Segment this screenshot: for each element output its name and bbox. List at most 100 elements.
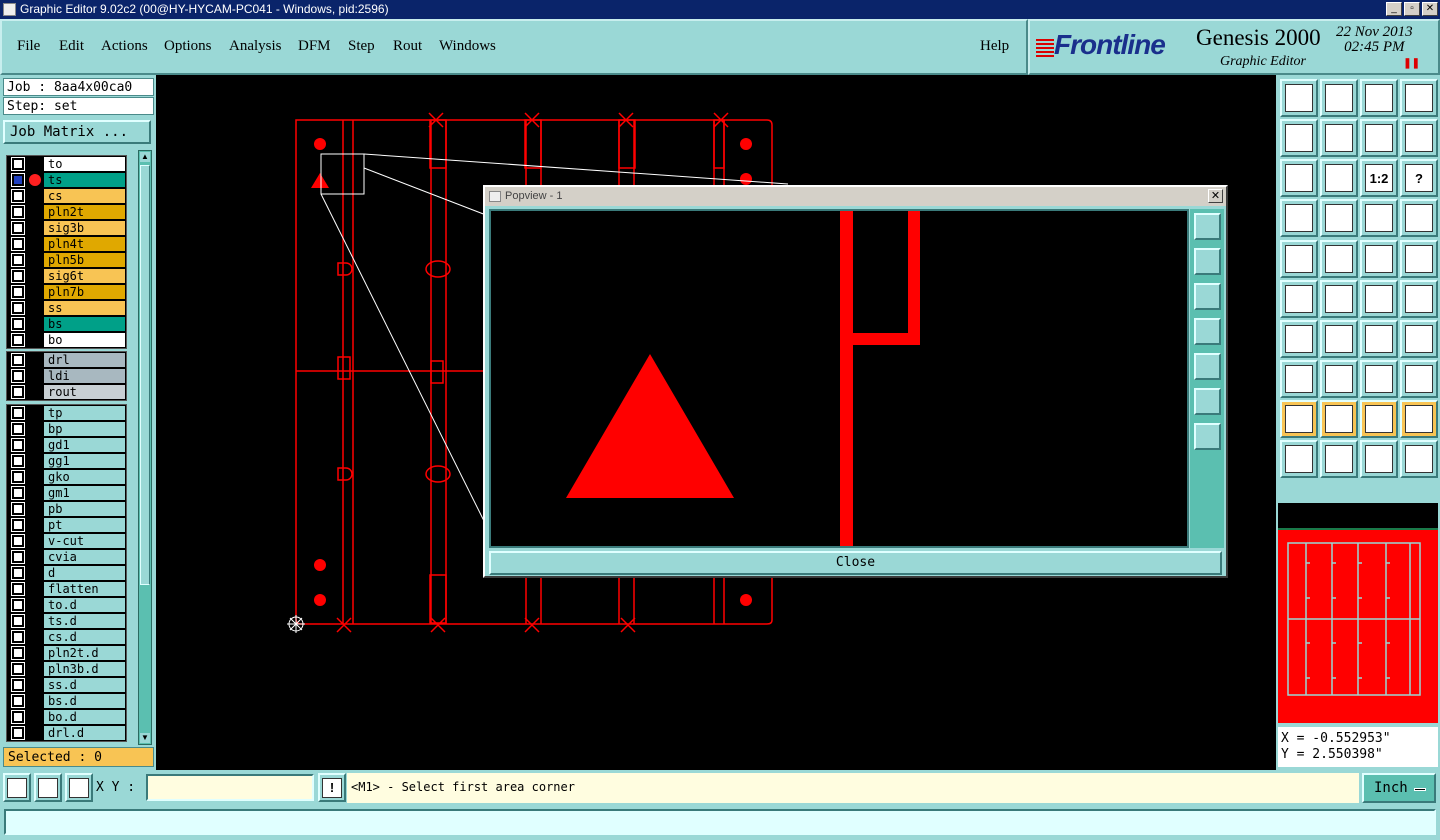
grid-mode-button[interactable]: [65, 773, 93, 802]
layer-name[interactable]: gg1: [43, 453, 126, 469]
layer-checkbox[interactable]: [11, 470, 25, 484]
layer-name[interactable]: gd1: [43, 437, 126, 453]
draw-line-button[interactable]: [1320, 240, 1358, 278]
layer-row-rout[interactable]: rout: [7, 384, 126, 400]
layer-checkbox[interactable]: [11, 486, 25, 500]
popview-zoom-out-button[interactable]: [1194, 423, 1221, 450]
menu-dfm[interactable]: DFM: [298, 38, 331, 55]
layer-name[interactable]: ss.d: [43, 677, 126, 693]
layer-checkbox[interactable]: [11, 646, 25, 660]
slope-button[interactable]: [1320, 320, 1358, 358]
layer-name[interactable]: drl.d: [43, 725, 126, 741]
layer-checkbox[interactable]: [11, 550, 25, 564]
layer-row-gko[interactable]: gko: [7, 469, 126, 485]
scroll-down-arrow-icon[interactable]: ▼: [140, 733, 150, 743]
menu-rout[interactable]: Rout: [393, 38, 422, 55]
layer-name[interactable]: sig3b: [43, 220, 126, 236]
select-arrow-button[interactable]: [1360, 440, 1398, 478]
layer-checkbox[interactable]: [11, 534, 25, 548]
layer-row-v-cut[interactable]: v-cut: [7, 533, 126, 549]
toolkit-button[interactable]: [1280, 199, 1318, 237]
layer-checkbox[interactable]: [11, 353, 25, 367]
arc-button[interactable]: [1360, 320, 1398, 358]
menu-analysis[interactable]: Analysis: [229, 38, 282, 55]
layer-name[interactable]: cvia: [43, 549, 126, 565]
layer-list-scrollbar[interactable]: ▲ ▼: [138, 150, 152, 745]
layer-checkbox[interactable]: [11, 221, 25, 235]
popview-close-button[interactable]: Close: [489, 551, 1222, 575]
layer-checkbox[interactable]: [11, 285, 25, 299]
layer-checkbox[interactable]: [11, 566, 25, 580]
layer-checkbox[interactable]: [11, 438, 25, 452]
line-cut-button[interactable]: [1320, 360, 1358, 398]
layer-row-pb[interactable]: pb: [7, 501, 126, 517]
layer-name[interactable]: pln3b.d: [43, 661, 126, 677]
layer-checkbox[interactable]: [11, 333, 25, 347]
connect-button[interactable]: [1280, 280, 1318, 318]
layer-checkbox[interactable]: [11, 710, 25, 724]
overview-minimap[interactable]: [1278, 503, 1438, 723]
measure-ruler-button[interactable]: [1360, 240, 1398, 278]
menu-file[interactable]: File: [17, 38, 40, 55]
layer-checkbox[interactable]: [11, 662, 25, 676]
layer-name[interactable]: drl: [43, 352, 126, 368]
profile-c-button[interactable]: [1360, 400, 1398, 438]
zoom-center-button[interactable]: [1320, 159, 1358, 197]
pointer-button[interactable]: [1280, 440, 1318, 478]
layer-row-ts[interactable]: ts: [7, 172, 126, 188]
layer-checkbox[interactable]: [11, 205, 25, 219]
layer-name[interactable]: tp: [43, 405, 126, 421]
scroll-up-arrow-icon[interactable]: ▲: [140, 152, 150, 162]
home-button[interactable]: [1360, 79, 1398, 117]
layer-row-cs-d[interactable]: cs.d: [7, 629, 126, 645]
copy-layer-button[interactable]: [1280, 79, 1318, 117]
layer-checkbox[interactable]: [11, 369, 25, 383]
layer-checkbox[interactable]: [11, 726, 25, 740]
popview-title-bar[interactable]: Popview - 1: [485, 187, 1226, 206]
add-pad-button[interactable]: [1280, 240, 1318, 278]
layer-name[interactable]: pb: [43, 501, 126, 517]
layer-row-sig6t[interactable]: sig6t: [7, 268, 126, 284]
resize-button[interactable]: [1360, 360, 1398, 398]
minimize-button[interactable]: _: [1386, 2, 1402, 16]
popview-zoom-in-button[interactable]: [1194, 388, 1221, 415]
layer-row-cs[interactable]: cs: [7, 188, 126, 204]
layer-row-gd1[interactable]: gd1: [7, 437, 126, 453]
layer-name[interactable]: pln7b: [43, 284, 126, 300]
layer-row-bs[interactable]: bs: [7, 316, 126, 332]
menu-windows[interactable]: Windows: [439, 38, 496, 55]
layer-checkbox[interactable]: [11, 630, 25, 644]
layer-name[interactable]: gm1: [43, 485, 126, 501]
layer-checkbox[interactable]: [11, 301, 25, 315]
menu-actions[interactable]: Actions: [101, 38, 148, 55]
move-layer-button[interactable]: [1320, 79, 1358, 117]
layer-checkbox[interactable]: [11, 454, 25, 468]
delete-node-button[interactable]: [1320, 280, 1358, 318]
popview-pan-left-button[interactable]: [1194, 318, 1221, 345]
layer-name[interactable]: d: [43, 565, 126, 581]
angle-button[interactable]: [1280, 320, 1318, 358]
select-box-button[interactable]: [1320, 440, 1358, 478]
popview-close-icon[interactable]: ✕: [1208, 189, 1223, 203]
layer-checkbox[interactable]: [11, 269, 25, 283]
fit-screen-button[interactable]: [1280, 159, 1318, 197]
layer-checkbox[interactable]: [11, 406, 25, 420]
layer-row-ss[interactable]: ss: [7, 300, 126, 316]
layer-row-pln2t-d[interactable]: pln2t.d: [7, 645, 126, 661]
layer-row-bp[interactable]: bp: [7, 421, 126, 437]
popview-viewport[interactable]: [489, 209, 1189, 548]
layer-name[interactable]: gko: [43, 469, 126, 485]
pause-icon[interactable]: ❚❚: [1403, 58, 1420, 69]
layer-name[interactable]: bo: [43, 332, 126, 348]
layer-row-pln4t[interactable]: pln4t: [7, 236, 126, 252]
layer-name[interactable]: pt: [43, 517, 126, 533]
menu-edit[interactable]: Edit: [59, 38, 84, 55]
profile-b-button[interactable]: [1320, 400, 1358, 438]
layer-row-pln5b[interactable]: pln5b: [7, 252, 126, 268]
layer-checkbox[interactable]: [11, 582, 25, 596]
layer-checkbox[interactable]: [11, 678, 25, 692]
group-button[interactable]: [1400, 360, 1438, 398]
layer-checkbox[interactable]: [11, 614, 25, 628]
layer-row-flatten[interactable]: flatten: [7, 581, 126, 597]
layer-checkbox[interactable]: [11, 317, 25, 331]
